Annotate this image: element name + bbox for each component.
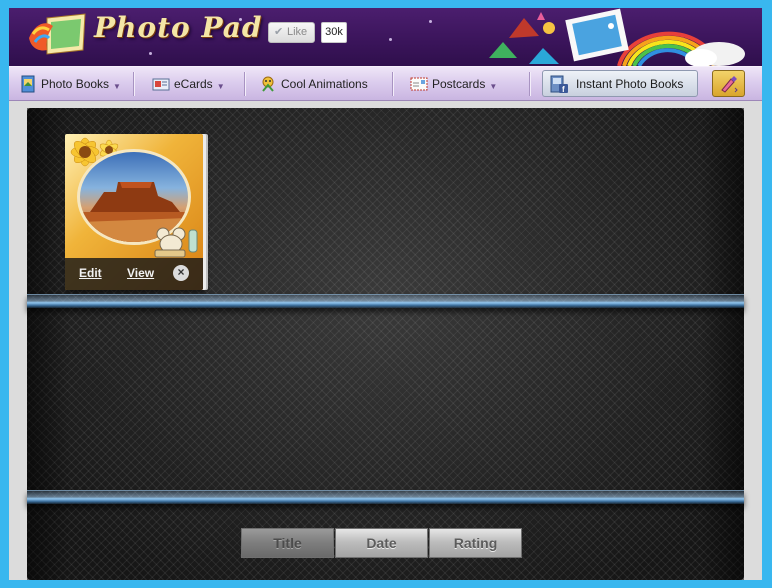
main-nav: Photo Books ▼ eCards ▼ Cool Animations P… (9, 66, 762, 101)
like-button[interactable]: ✔ Like (268, 22, 315, 43)
nav-postcards[interactable]: Postcards ▼ (410, 67, 497, 100)
sort-by-date-button[interactable]: Date (335, 528, 428, 558)
bookshelf: Edit View × Title Date Rating (27, 108, 744, 580)
nav-ecards[interactable]: eCards ▼ (152, 67, 225, 100)
header: Photo Pad ✔ Like 30k (9, 8, 762, 66)
facebook-book-icon: f (550, 75, 568, 94)
nav-divider (133, 72, 134, 96)
paint-tool-button[interactable] (712, 70, 745, 97)
nav-divider (244, 72, 245, 96)
album-edit-link[interactable]: Edit (79, 266, 102, 280)
header-decoration-icon (489, 8, 745, 66)
like-count: 30k (321, 22, 347, 43)
sort-by-title-button[interactable]: Title (241, 528, 334, 558)
shelf-top (27, 294, 744, 308)
nav-cool-animations[interactable]: Cool Animations (259, 67, 368, 100)
photopad-logo-icon[interactable] (27, 10, 89, 60)
sparkle (429, 20, 432, 23)
sparkle (149, 52, 152, 55)
nav-divider (529, 72, 530, 96)
chevron-down-icon: ▼ (216, 82, 225, 91)
sort-by-rating-button[interactable]: Rating (429, 528, 522, 558)
like-label: Like (287, 26, 308, 38)
photo-book-icon (21, 75, 35, 92)
nav-ecards-label: eCards (174, 76, 213, 91)
instant-photo-books-label: Instant Photo Books (576, 76, 684, 91)
nav-cool-animations-label: Cool Animations (281, 76, 368, 91)
app-frame: Photo Pad ✔ Like 30k Photo Books ▼ eCard… (9, 8, 762, 580)
sort-bar: Title Date Rating (241, 528, 523, 558)
thumbs-up-icon: ✔ (274, 26, 284, 38)
album-actions-bar: Edit View × (65, 258, 203, 290)
animation-icon (262, 76, 274, 92)
chevron-down-icon: ▼ (113, 82, 121, 91)
close-icon[interactable]: × (173, 265, 189, 281)
logo-text[interactable]: Photo Pad (94, 11, 262, 44)
nav-photo-books[interactable]: Photo Books ▼ (19, 67, 121, 100)
postcard-icon (410, 77, 428, 90)
shelf-middle (27, 490, 744, 504)
nav-postcards-label: Postcards (432, 76, 486, 91)
photo-album[interactable]: Edit View × (65, 134, 203, 290)
svg-text:f: f (562, 85, 565, 94)
instant-photo-books-button[interactable]: f Instant Photo Books (542, 70, 698, 97)
sparkle (389, 38, 392, 41)
nav-photo-books-label: Photo Books (41, 76, 110, 91)
chevron-down-icon: ▼ (489, 82, 498, 91)
paint-brush-icon (720, 75, 738, 93)
nav-divider (392, 72, 393, 96)
mouse-sticker-icon (154, 227, 198, 258)
album-view-link[interactable]: View (127, 266, 154, 280)
ecard-icon (152, 78, 170, 90)
